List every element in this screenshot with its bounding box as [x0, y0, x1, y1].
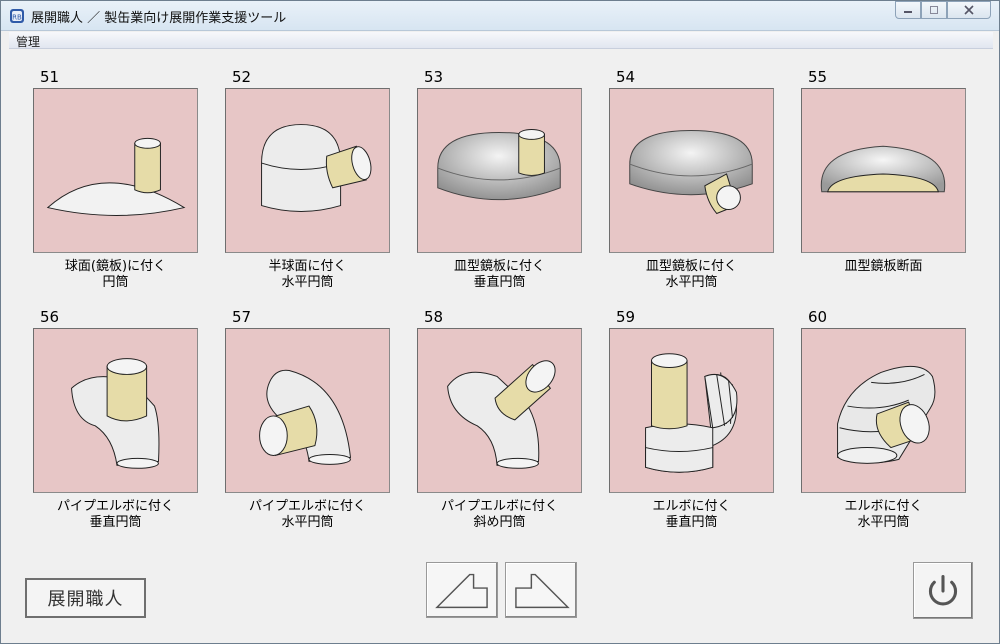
close-button[interactable]	[947, 1, 991, 19]
horizontal-cylinder-on-hemisphere-icon	[261, 124, 372, 212]
caption-line-2: 垂直円筒	[665, 515, 718, 530]
caption-line-1: 半球面に付く	[268, 259, 347, 274]
caption-line-2: 垂直円筒	[89, 515, 142, 530]
caption-line-1: パイプエルボに付く	[56, 499, 174, 514]
window-title: 展開職人 ／ 製缶業向け展開作業支援ツール	[31, 11, 287, 26]
card-number: 53	[424, 68, 444, 86]
card-caption: 皿型鏡板断面	[791, 259, 976, 275]
power-icon	[928, 574, 958, 606]
previous-page-button[interactable]	[426, 562, 498, 618]
caption-line-2: 水平円筒	[281, 515, 334, 530]
caption-line-1: 皿型鏡板に付く	[645, 259, 737, 274]
caption-line-2: 垂直円筒	[473, 275, 526, 290]
card-caption: パイプエルボに付く 水平円筒	[215, 499, 400, 531]
card-thumbnail[interactable]	[609, 88, 774, 253]
card-number: 54	[616, 68, 636, 86]
minimize-icon	[904, 11, 912, 13]
app-logo-icon: RB	[10, 9, 24, 23]
card-thumbnail[interactable]	[33, 88, 198, 253]
card-thumbnail[interactable]	[801, 328, 966, 493]
menu-bar: 管理	[9, 32, 993, 49]
caption-line-1: 皿型鏡板に付く	[453, 259, 545, 274]
card-thumbnail[interactable]	[801, 88, 966, 253]
close-icon	[964, 5, 974, 15]
caption-line-2: 水平円筒	[665, 275, 718, 290]
vertical-cylinder-on-pipe-elbow-icon	[71, 358, 160, 469]
card-number: 59	[616, 308, 636, 326]
title-bar[interactable]: RB 展開職人 ／ 製缶業向け展開作業支援ツール	[1, 1, 999, 31]
horizontal-cylinder-on-pipe-elbow-icon	[259, 369, 352, 465]
minimize-button[interactable]	[895, 1, 921, 19]
caption-line-2: 水平円筒	[857, 515, 910, 530]
caption-line-1: パイプエルボに付く	[440, 499, 558, 514]
vertical-cylinder-on-segmented-elbow-icon	[645, 353, 738, 473]
card-number: 52	[232, 68, 252, 86]
card-caption: エルボに付く 垂直円筒	[599, 499, 784, 531]
main-panel: 51 球面(鏡板)に付く 円筒 52 半球面に付く 水平円筒 53 皿型鏡板に付…	[9, 50, 993, 638]
card-thumbnail[interactable]	[609, 328, 774, 493]
caption-line-2: 水平円筒	[281, 275, 334, 290]
maximize-button[interactable]	[921, 1, 947, 19]
caption-line-1: 皿型鏡板断面	[844, 259, 923, 274]
card-caption: 皿型鏡板に付く 垂直円筒	[407, 259, 592, 291]
svg-text:RB: RB	[12, 14, 22, 22]
card-caption: エルボに付く 水平円筒	[791, 499, 976, 531]
oblique-cylinder-on-pipe-elbow-icon	[447, 360, 556, 469]
caption-line-1: 球面(鏡板)に付く	[64, 259, 167, 274]
caption-line-2: 円筒	[102, 275, 129, 290]
next-page-button[interactable]	[505, 562, 577, 618]
horizontal-cylinder-on-segmented-elbow-icon	[837, 366, 936, 464]
card-caption: 半球面に付く 水平円筒	[215, 259, 400, 291]
menu-item-admin[interactable]: 管理	[16, 33, 40, 50]
card-caption: パイプエルボに付く 垂直円筒	[23, 499, 208, 531]
card-thumbnail[interactable]	[225, 328, 390, 493]
card-number: 58	[424, 308, 444, 326]
app-window: RB 展開職人 ／ 製缶業向け展開作業支援ツール 管理 51 球面(鏡板)に付く…	[0, 0, 1000, 644]
card-number: 56	[40, 308, 60, 326]
dished-head-section-icon	[820, 145, 946, 193]
brand-button[interactable]: 展開職人	[25, 578, 146, 618]
previous-page-icon	[435, 573, 488, 609]
vertical-cylinder-on-dished-head-icon	[437, 129, 561, 201]
window-controls	[895, 1, 991, 19]
card-caption: パイプエルボに付く 斜め円筒	[407, 499, 592, 531]
card-number: 57	[232, 308, 252, 326]
caption-line-2: 斜め円筒	[473, 515, 526, 530]
caption-line-1: エルボに付く	[844, 499, 923, 514]
next-page-icon	[515, 573, 570, 609]
card-caption: 皿型鏡板に付く 水平円筒	[599, 259, 784, 291]
power-button[interactable]	[913, 562, 973, 619]
card-caption: 球面(鏡板)に付く 円筒	[23, 259, 208, 291]
card-thumbnail[interactable]	[417, 328, 582, 493]
card-thumbnail[interactable]	[33, 328, 198, 493]
card-number: 60	[808, 308, 828, 326]
caption-line-1: パイプエルボに付く	[248, 499, 366, 514]
card-number: 55	[808, 68, 828, 86]
horizontal-cylinder-on-dished-head-icon	[629, 129, 753, 215]
card-thumbnail[interactable]	[225, 88, 390, 253]
card-number: 51	[40, 68, 60, 86]
card-thumbnail[interactable]	[417, 88, 582, 253]
cylinder-on-sphere-plate-icon	[46, 137, 186, 216]
caption-line-1: エルボに付く	[652, 499, 731, 514]
maximize-icon	[930, 6, 938, 14]
